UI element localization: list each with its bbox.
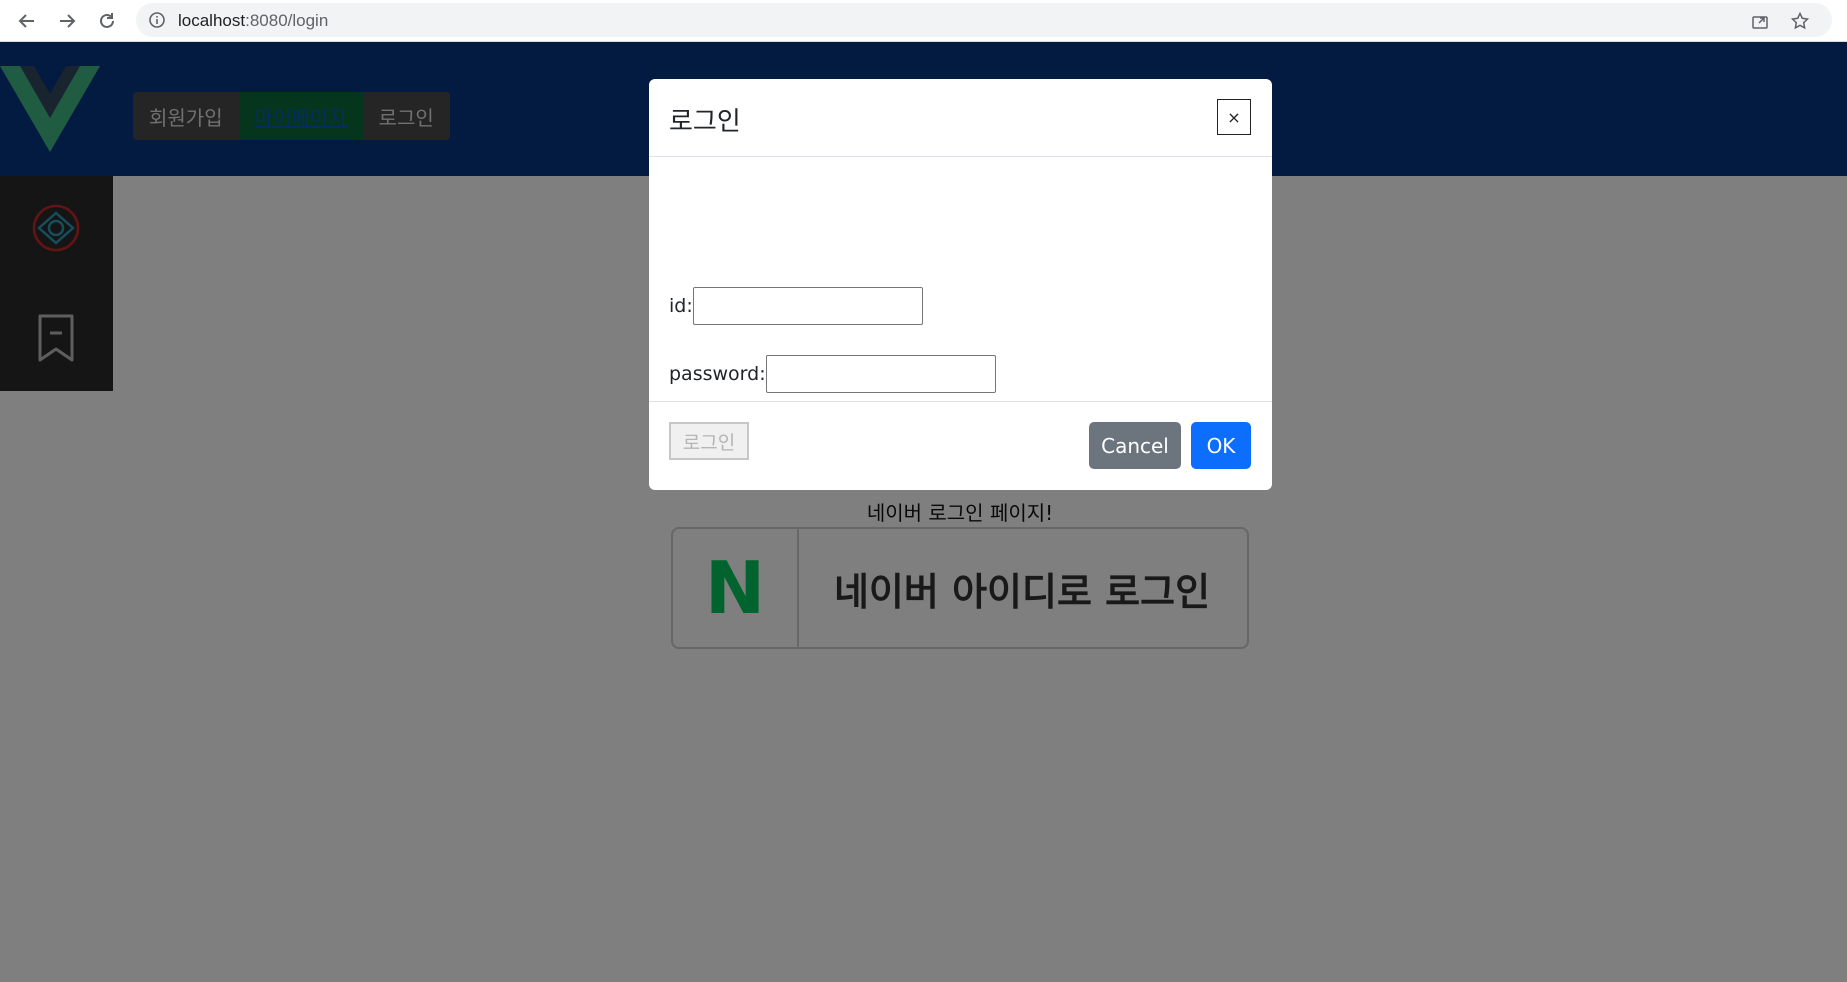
- bookmark-star-icon[interactable]: [1790, 11, 1810, 31]
- modal-header: 로그인 ×: [649, 79, 1272, 157]
- browser-toolbar: localhost:8080/login: [0, 0, 1847, 42]
- id-label: id:: [669, 295, 693, 317]
- back-icon[interactable]: [14, 8, 40, 34]
- password-input[interactable]: [765, 355, 996, 393]
- close-button[interactable]: ×: [1217, 99, 1251, 135]
- address-bar[interactable]: localhost:8080/login: [136, 3, 1832, 37]
- url-text: localhost:8080/login: [178, 11, 329, 30]
- login-modal: 로그인 × id: password: 로그인 Cancel OK: [649, 79, 1272, 490]
- modal-footer: Cancel OK: [649, 401, 1272, 490]
- site-info-icon[interactable]: [148, 11, 166, 33]
- share-icon[interactable]: [1750, 11, 1770, 31]
- modal-title: 로그인: [669, 107, 741, 137]
- reload-icon[interactable]: [94, 8, 120, 34]
- password-row: password:: [669, 355, 996, 393]
- ok-button[interactable]: OK: [1191, 422, 1251, 469]
- forward-icon[interactable]: [54, 8, 80, 34]
- id-row: id:: [669, 287, 923, 325]
- id-input[interactable]: [692, 287, 923, 325]
- password-label: password:: [669, 363, 766, 385]
- cancel-button[interactable]: Cancel: [1089, 422, 1181, 469]
